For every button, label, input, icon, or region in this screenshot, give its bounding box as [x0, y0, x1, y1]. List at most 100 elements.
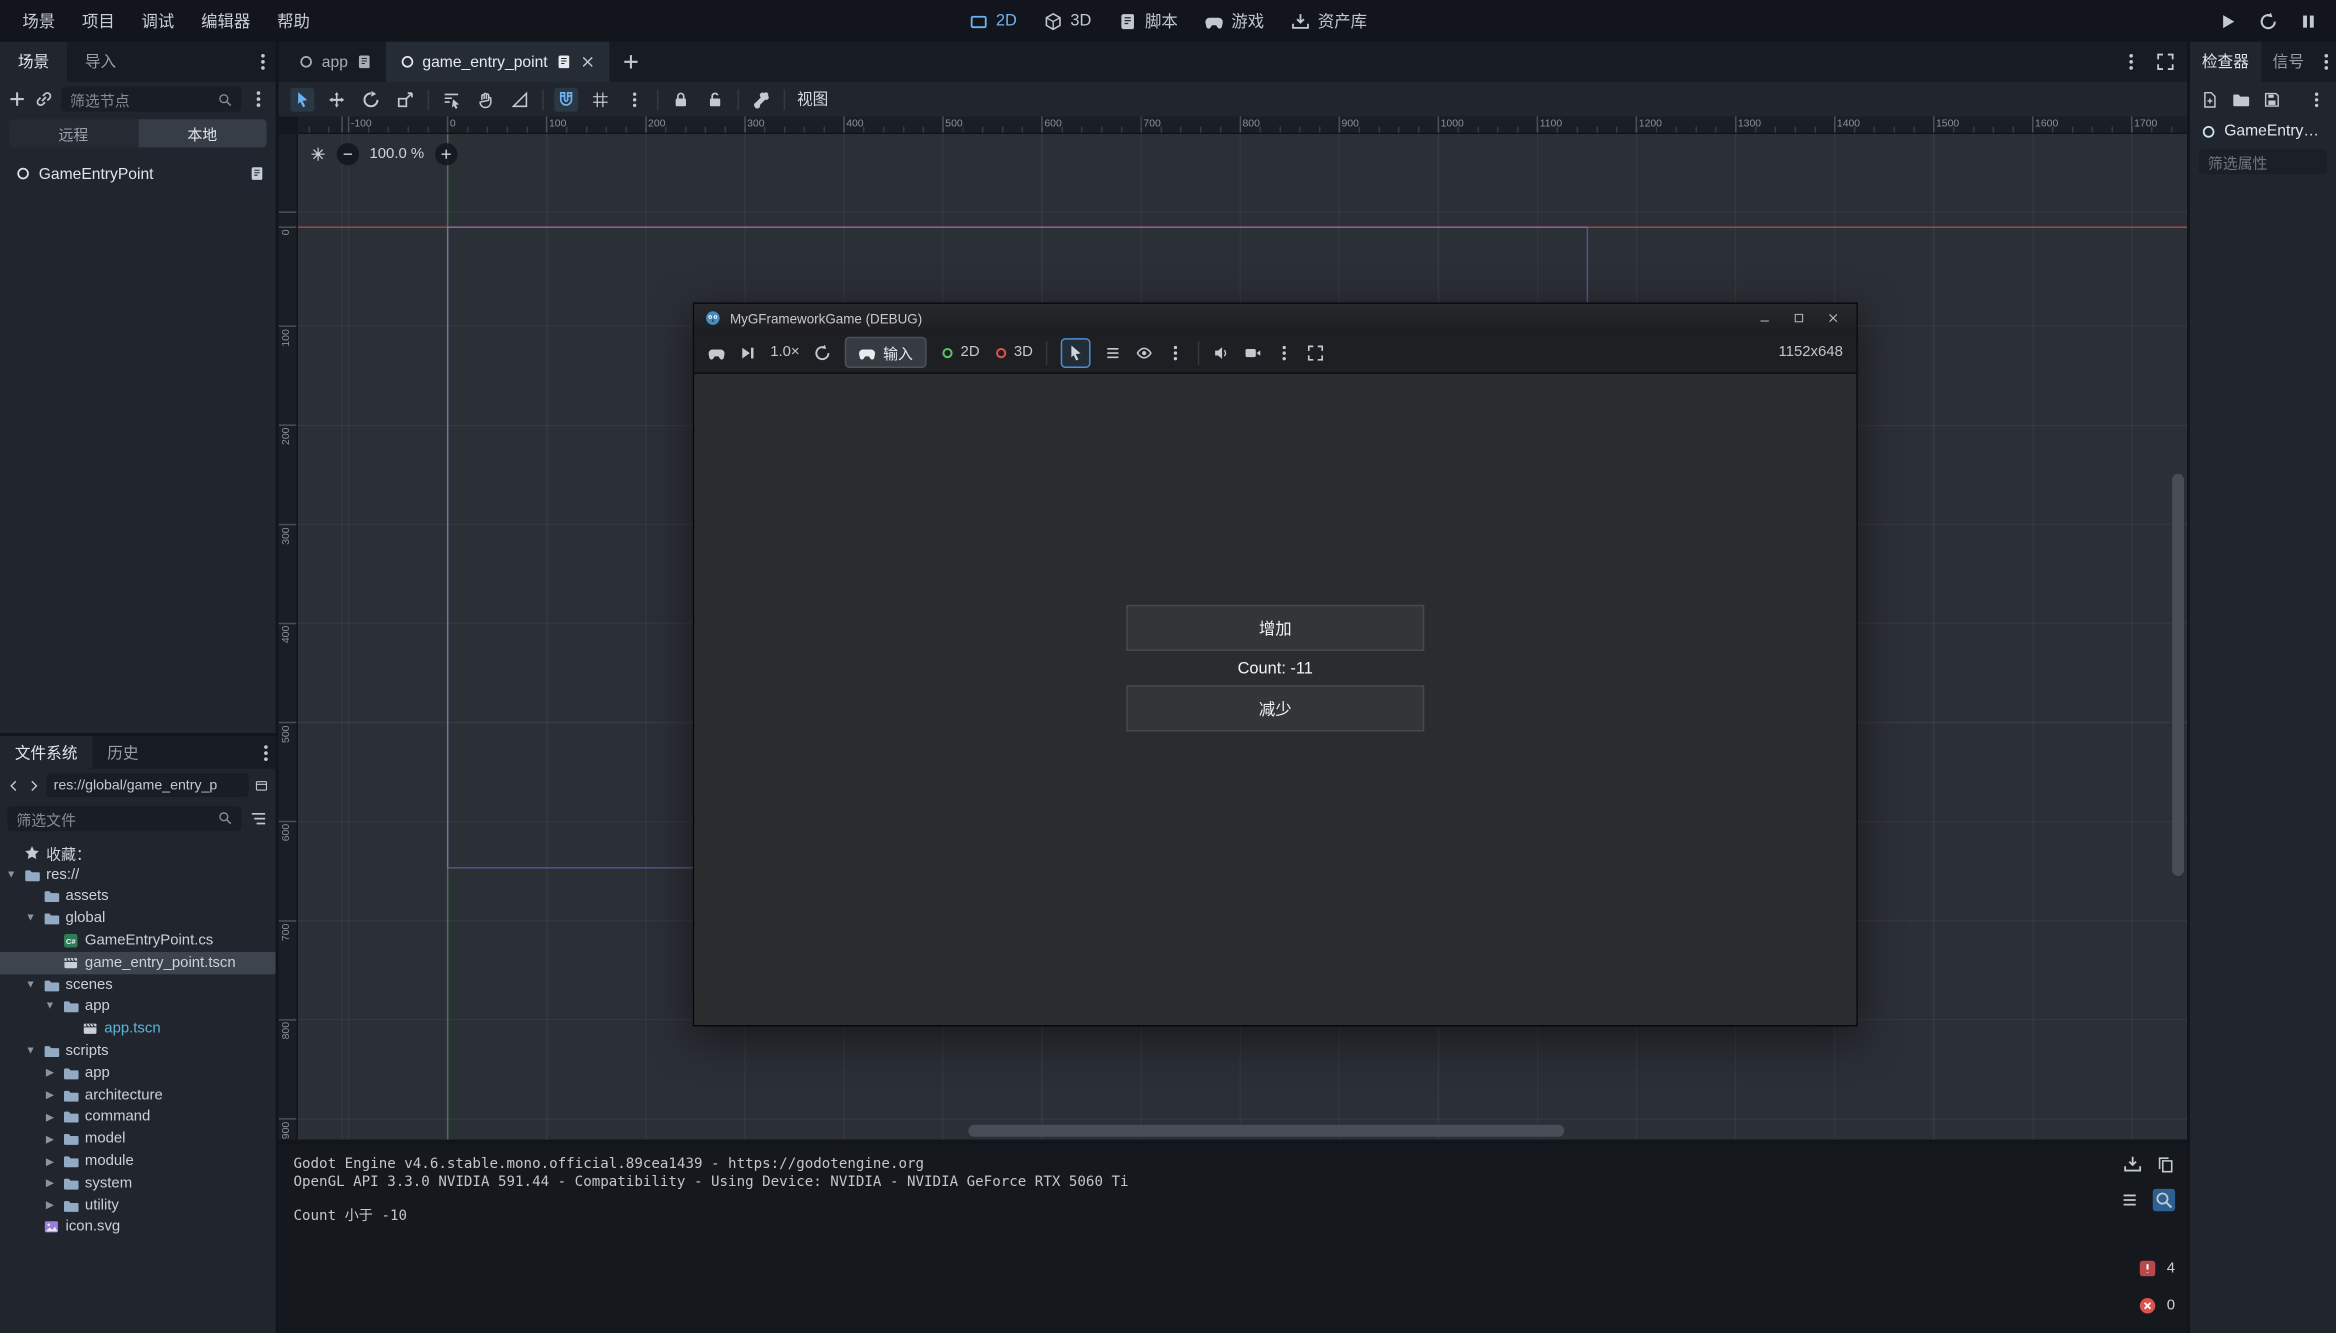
tree-expander-icon[interactable]: ▼: [24, 980, 37, 990]
menubar-item[interactable]: 编辑器: [188, 6, 264, 36]
filesystem-tab[interactable]: 历史: [92, 736, 153, 769]
scene-tab[interactable]: app: [285, 42, 386, 82]
new-resource-button[interactable]: [2200, 90, 2218, 108]
tree-expander-icon[interactable]: ▶: [43, 1089, 56, 1101]
scale-tool[interactable]: [393, 87, 417, 111]
lock-selection-button[interactable]: [669, 87, 693, 111]
increase-button[interactable]: 增加: [1126, 605, 1424, 651]
fs-item[interactable]: app.tscn: [0, 1018, 276, 1040]
suspend-button[interactable]: [708, 343, 726, 361]
embed-fullscreen-button[interactable]: [1307, 343, 1325, 361]
fs-item[interactable]: ▼scripts: [0, 1040, 276, 1062]
clear-output-button[interactable]: [2123, 1155, 2142, 1174]
path-box[interactable]: res://global/game_entry_p: [46, 773, 249, 797]
attached-script-icon[interactable]: [249, 165, 265, 181]
tree-expander-icon[interactable]: ▶: [43, 1177, 56, 1189]
restart-button[interactable]: [2259, 11, 2278, 30]
fs-item[interactable]: ▶model: [0, 1128, 276, 1150]
inspector-tab[interactable]: 检查器: [2190, 42, 2261, 82]
next-frame-button[interactable]: [739, 343, 757, 361]
fs-item[interactable]: ▶utility: [0, 1194, 276, 1216]
load-resource-button[interactable]: [2232, 90, 2250, 108]
close-scene-tab-button[interactable]: [579, 54, 595, 70]
ruler-tool[interactable]: [508, 87, 532, 111]
rotate-tool[interactable]: [359, 87, 383, 111]
workspace-tab-script[interactable]: 脚本: [1118, 9, 1178, 33]
dock-menu-button[interactable]: [253, 42, 272, 82]
new-scene-tab-button[interactable]: [609, 42, 652, 82]
camera-menu-button[interactable]: [1276, 343, 1294, 361]
menubar-item[interactable]: 项目: [69, 6, 129, 36]
menubar-item[interactable]: 场景: [9, 6, 69, 36]
scene-filter-input[interactable]: 筛选节点: [61, 86, 241, 111]
unlock-selection-button[interactable]: [703, 87, 727, 111]
scene-dock-menu-button[interactable]: [249, 89, 268, 108]
select-tool[interactable]: [291, 87, 315, 111]
tree-expander-icon[interactable]: ▶: [43, 1155, 56, 1167]
grid-snap-toggle[interactable]: [588, 87, 612, 111]
fs-item[interactable]: ▶system: [0, 1172, 276, 1194]
vscroll-thumb[interactable]: [2172, 474, 2184, 876]
message-badge[interactable]: 4: [2110, 1256, 2176, 1280]
workspace-tab-game[interactable]: 游戏: [1205, 9, 1265, 33]
center-view-icon[interactable]: [310, 146, 326, 162]
tree-expander-icon[interactable]: ▶: [43, 1199, 56, 1211]
tree-expander-icon[interactable]: ▼: [24, 914, 37, 924]
reset-zoom-button[interactable]: [813, 343, 831, 361]
scene-tabs-menu-button[interactable]: [2121, 52, 2140, 71]
tree-expander-icon[interactable]: ▼: [43, 1002, 56, 1012]
visibility-button[interactable]: [1136, 343, 1154, 361]
maximize-button[interactable]: [1786, 307, 1811, 329]
pan-tool[interactable]: [474, 87, 498, 111]
pick-3d-button[interactable]: 3D: [993, 344, 1033, 360]
fs-item[interactable]: ▼scenes: [0, 974, 276, 996]
output-filter-button[interactable]: [2120, 1189, 2139, 1211]
add-node-button[interactable]: [7, 89, 26, 108]
fs-item[interactable]: assets: [0, 886, 276, 908]
zoom-in-button[interactable]: [435, 143, 457, 165]
mute-audio-button[interactable]: [1213, 343, 1231, 361]
canvas-area[interactable]: 100.0 % MyGFrameworkGame (DEBUG): [298, 134, 2187, 1140]
camera-override-button[interactable]: [1244, 343, 1262, 361]
copy-output-button[interactable]: [2156, 1155, 2175, 1174]
fs-item[interactable]: ▼global: [0, 908, 276, 930]
node-list-button[interactable]: [1104, 343, 1122, 361]
close-button[interactable]: [1821, 307, 1846, 329]
forward-button[interactable]: [27, 778, 40, 791]
move-tool[interactable]: [325, 87, 349, 111]
fs-item[interactable]: ▶architecture: [0, 1084, 276, 1106]
hscroll-thumb[interactable]: [968, 1125, 1564, 1137]
select-mode-button[interactable]: [1061, 337, 1091, 367]
fs-item[interactable]: 收藏：: [0, 842, 276, 864]
zoom-out-button[interactable]: [337, 143, 359, 165]
local-tab[interactable]: 本地: [138, 119, 267, 147]
workspace-tab-2d[interactable]: 2D: [969, 11, 1017, 30]
play-button[interactable]: [2218, 11, 2237, 30]
inspector-tabs-menu-button[interactable]: [2317, 42, 2336, 82]
list-select-tool[interactable]: [439, 87, 463, 111]
scene-tree-root-node[interactable]: GameEntryPoint: [0, 161, 276, 186]
minimize-button[interactable]: [1752, 307, 1777, 329]
sort-files-button[interactable]: [249, 808, 268, 827]
snap-options-menu[interactable]: [623, 87, 647, 111]
tree-expander-icon[interactable]: ▼: [4, 870, 17, 880]
dock-tab[interactable]: 导入: [67, 42, 134, 82]
fs-item[interactable]: ▶module: [0, 1150, 276, 1172]
distraction-free-button[interactable]: [2156, 52, 2175, 71]
fs-item[interactable]: ▶app: [0, 1062, 276, 1084]
tree-expander-icon[interactable]: ▶: [43, 1111, 56, 1123]
game-zoom-label[interactable]: 1.0×: [770, 344, 799, 360]
fs-item[interactable]: icon.svg: [0, 1216, 276, 1238]
tree-expander-icon[interactable]: ▶: [43, 1133, 56, 1145]
fs-item[interactable]: ▶command: [0, 1106, 276, 1128]
game-menu-button[interactable]: [1167, 343, 1185, 361]
dock-tab[interactable]: 场景: [0, 42, 67, 82]
tree-expander-icon[interactable]: ▼: [24, 1046, 37, 1056]
inspector-tab[interactable]: 信号: [2261, 42, 2316, 82]
view-menu-button[interactable]: 视图: [785, 85, 840, 113]
viewport-vscrollbar[interactable]: [2172, 134, 2184, 1122]
menubar-item[interactable]: 帮助: [264, 6, 324, 36]
fs-item[interactable]: C#GameEntryPoint.cs: [0, 930, 276, 952]
output-search-button[interactable]: [2153, 1189, 2175, 1211]
filesystem-menu-button[interactable]: [256, 736, 275, 769]
